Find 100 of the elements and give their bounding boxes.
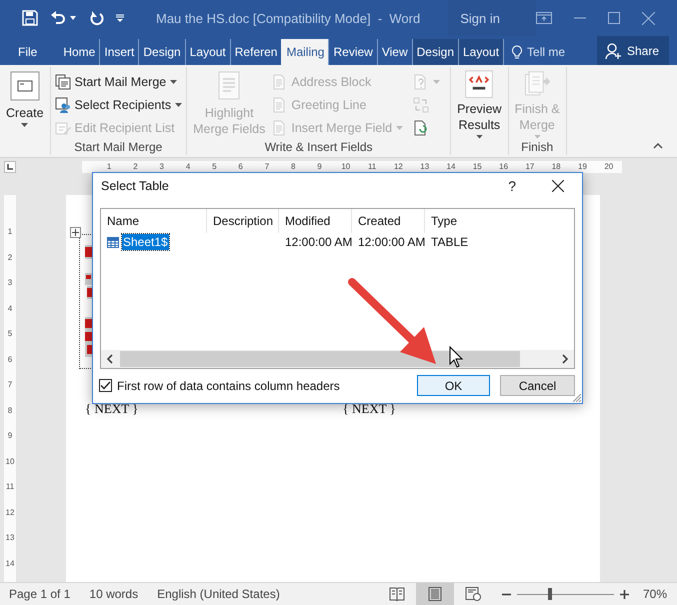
checkbox[interactable] [99,379,112,392]
table-icon [107,236,119,248]
ruler-number: 7 [264,161,270,173]
close-icon[interactable] [552,180,564,192]
ruler-number: 5 [6,329,14,340]
group-label: Finish [521,139,554,156]
caret-icon[interactable] [70,16,76,20]
column-header[interactable]: Modified [279,209,352,233]
ruler-number: 3 [6,278,14,289]
zoom-in-icon[interactable] [620,590,629,598]
resize-grip-icon[interactable] [573,394,581,402]
print-layout-button[interactable] [416,583,454,605]
ribbon-button[interactable]: Create [4,70,46,139]
word-count[interactable]: 10 words [89,587,138,601]
document-icon [271,96,288,112]
caret-icon [534,135,541,139]
chevron-icon [463,70,496,98]
checkbox-label: First row of data contains column headers [117,378,340,392]
dialog-title: Select Table [101,179,169,193]
ruler-number: 13 [419,161,430,173]
horizontal-scrollbar[interactable] [101,350,574,368]
ribbon-button[interactable]: Preview Results [455,70,504,139]
next-field: { NEXT } [342,401,600,417]
ribbon-tab[interactable]: Layout [458,39,504,65]
swap-icon [413,96,430,112]
group-label: Write & Insert Fields [264,139,372,156]
ruler-number: 17 [524,161,536,173]
column-header[interactable]: Type [425,209,485,233]
document-stack-icon [54,74,71,90]
people-icon [54,96,71,112]
ruler-number: 6 [237,161,244,173]
customize-icon[interactable] [116,14,124,22]
ruler-number: 18 [550,161,562,173]
redo-icon[interactable] [90,10,104,26]
ruler-number: 8 [290,161,296,173]
ruler-number: 11 [366,161,378,173]
checkmark-icon [100,381,111,390]
ruler-number: 20 [603,161,614,173]
document-icon [271,74,288,90]
ruler-number: 12 [4,508,16,518]
scroll-left-icon[interactable] [106,354,114,364]
pencil-icon [54,120,71,136]
ruler-number: 1 [106,161,112,173]
window-title: Mau the HS.doc [Compatibility Mode] - Word [156,10,420,26]
undo-icon[interactable] [50,11,66,25]
maximize-icon[interactable] [608,12,620,24]
ruler-number: 19 [577,161,588,173]
column-header[interactable]: Description [207,209,279,233]
caret-icon [170,80,178,84]
ruler-number: 10 [4,456,16,468]
caret-icon [21,123,28,127]
ruler-number: 5 [211,161,218,173]
ruler-number: 15 [472,161,483,173]
ruler-number: 14 [446,161,456,173]
ribbon-tab[interactable]: Mailing [281,39,328,65]
caret-icon [433,80,440,84]
table-cell-text: 12:00:00 AM [284,235,352,249]
document-icon [271,120,288,136]
save-icon[interactable] [22,10,38,26]
ruler-number: 9 [6,431,14,442]
envelope-icon [8,70,41,102]
ruler-number: 3 [158,161,165,173]
caret-icon [396,126,404,130]
scroll-right-icon[interactable] [561,354,569,364]
ribbon-tab[interactable]: Home [59,39,100,65]
table-cell-text: 12:00:00 AM [357,235,425,249]
next-field: { NEXT } [85,401,342,417]
language[interactable]: English (United States) [157,587,280,601]
table-move-icon[interactable] [70,227,81,238]
zoom-level[interactable]: 70% [642,587,667,601]
book-icon [388,587,405,601]
column-header[interactable]: Created [352,209,425,233]
caret-icon [476,135,483,139]
table-cell-text: TABLE [430,235,470,249]
tab-stop-icon[interactable] [4,161,16,173]
ribbon-tab[interactable]: File [0,39,56,65]
ruler-number: 13 [4,533,16,544]
ribbon-button[interactable]: Select Recipients [54,93,182,116]
ribbon-options-icon[interactable] [536,12,552,24]
page-count[interactable]: Page 1 of 1 [9,587,70,601]
ruler-number: 6 [6,354,14,366]
ruler-number: 2 [6,252,14,264]
cancel-button[interactable]: Cancel [500,375,575,396]
help-button[interactable]: ? [508,178,516,194]
person-add-icon [604,42,622,58]
zoom-slider-thumb[interactable] [548,588,552,600]
lightbulb-icon [512,44,522,60]
refresh-icon [413,120,430,136]
table-name[interactable]: Sheet1$ [122,234,169,250]
collapse-icon[interactable] [653,143,663,149]
ruler-number: 4 [184,161,192,173]
page-lines-icon [426,587,443,601]
ribbon-button[interactable]: Start Mail Merge [54,70,182,93]
sign-in-link[interactable]: Sign in [448,0,536,36]
ruler-number: 14 [4,558,16,570]
ok-button[interactable]: OK [417,375,490,396]
ruler-number: 11 [4,482,16,493]
share-button[interactable]: Share [596,36,669,65]
ribbon-tab[interactable]: Design [412,39,458,65]
ruler-number: 7 [6,380,14,391]
